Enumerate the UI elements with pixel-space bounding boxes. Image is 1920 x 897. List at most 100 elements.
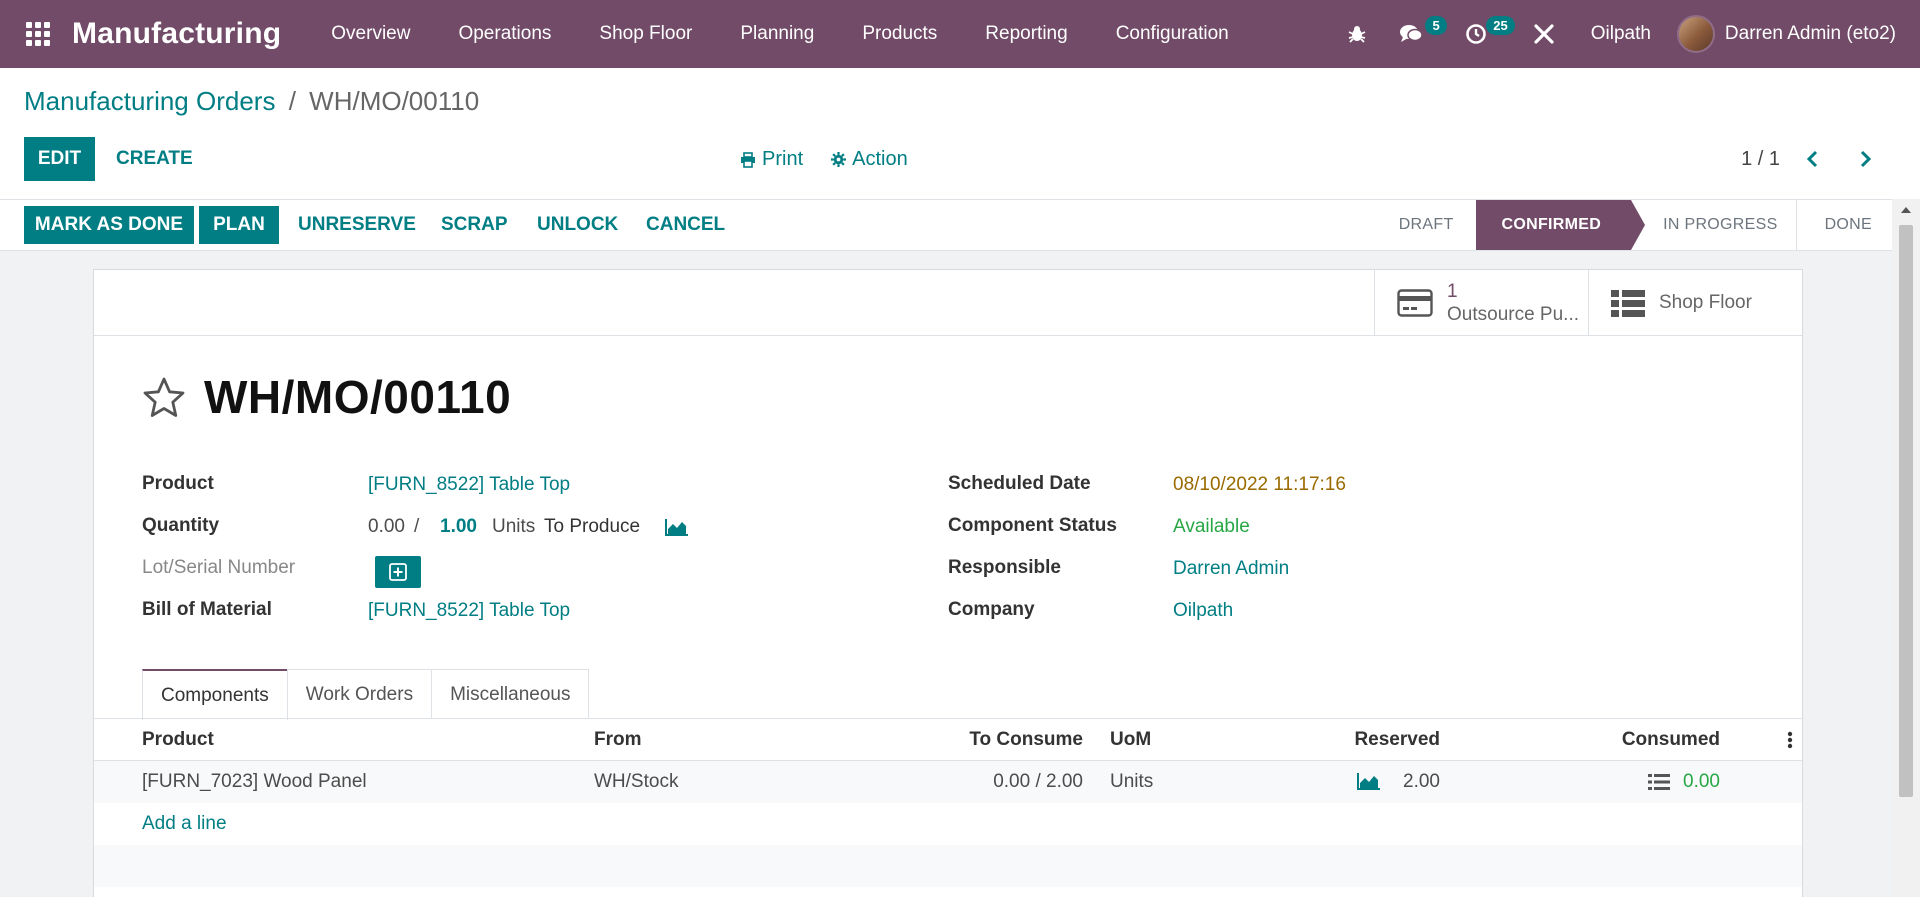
star-icon[interactable] — [142, 376, 186, 418]
outsource-label: Outsource Pu... — [1447, 304, 1580, 325]
empty-table-row — [94, 845, 1802, 887]
column-options-icon[interactable] — [1787, 731, 1793, 749]
row-from: WH/Stock — [594, 771, 679, 792]
breadcrumb-separator: / — [288, 86, 296, 116]
shop-floor-button[interactable]: Shop Floor — [1588, 270, 1802, 336]
column-uom[interactable]: UoM — [1110, 729, 1151, 751]
form-statusbar: MARK AS DONE PLAN UNRESERVE SCRAP UNLOCK… — [0, 199, 1892, 251]
status-stages: DRAFT CONFIRMED IN PROGRESS DONE — [1369, 200, 1892, 250]
control-panel: Manufacturing Orders / WH/MO/00110 EDIT … — [0, 68, 1920, 199]
bom-label: Bill of Material — [142, 599, 272, 620]
row-consumed[interactable]: 0.00 — [1508, 771, 1720, 793]
column-product[interactable]: Product — [142, 729, 214, 751]
print-icon — [741, 151, 755, 168]
pager-next-icon[interactable] — [1851, 144, 1881, 174]
action-menu[interactable]: Action — [831, 148, 908, 171]
scroll-up-arrow-icon[interactable] — [1901, 207, 1911, 213]
apps-menu-icon[interactable] — [24, 20, 52, 48]
breadcrumb-current: WH/MO/00110 — [309, 86, 480, 116]
product-link[interactable]: [FURN_8522] Table Top — [368, 474, 570, 496]
stage-done[interactable]: DONE — [1797, 200, 1892, 250]
plus-square-icon — [389, 563, 407, 581]
detailed-operations-list-icon[interactable] — [1648, 773, 1670, 791]
quantity-separator: / — [414, 516, 420, 537]
gear-icon — [831, 152, 847, 167]
quantity-uom: Units — [492, 516, 536, 537]
column-from[interactable]: From — [594, 729, 642, 751]
outsource-purchase-button[interactable]: 1 Outsource Pu... — [1374, 270, 1588, 336]
stage-confirmed[interactable]: CONFIRMED — [1475, 200, 1646, 250]
bom-link[interactable]: [FURN_8522] Table Top — [368, 600, 570, 622]
create-button[interactable]: CREATE — [116, 148, 193, 170]
menu-overview[interactable]: Overview — [307, 0, 434, 68]
pager-value[interactable]: 1 / 1 — [1741, 148, 1780, 171]
breadcrumb-parent[interactable]: Manufacturing Orders — [24, 86, 275, 116]
plan-button[interactable]: PLAN — [199, 206, 279, 244]
stage-draft[interactable]: DRAFT — [1369, 200, 1476, 250]
record-title: WH/MO/00110 — [204, 371, 512, 423]
table-row[interactable]: [FURN_7023] Wood Panel WH/Stock 0.00 / 2… — [94, 761, 1802, 803]
tab-miscellaneous[interactable]: Miscellaneous — [431, 669, 590, 719]
cancel-button[interactable]: CANCEL — [646, 206, 725, 244]
breadcrumb: Manufacturing Orders / WH/MO/00110 — [24, 86, 479, 117]
user-name: Darren Admin (eto2) — [1724, 23, 1896, 44]
components-table-header: Product From To Consume UoM Reserved Con… — [94, 719, 1802, 761]
tab-components[interactable]: Components — [142, 669, 288, 720]
smart-button-box: 1 Outsource Pu... Shop Floor — [94, 270, 1802, 336]
add-a-line-link[interactable]: Add a line — [142, 813, 227, 835]
top-navbar: Manufacturing Overview Operations Shop F… — [0, 0, 1920, 68]
quantity-total[interactable]: 1.00 — [440, 516, 477, 538]
stage-chevron — [1631, 200, 1646, 250]
stage-done-label: DONE — [1824, 216, 1872, 233]
row-to-consume: 0.00 / 2.00 — [993, 771, 1083, 792]
app-brand[interactable]: Manufacturing — [72, 17, 281, 51]
stage-in-progress[interactable]: IN PROGRESS — [1631, 200, 1797, 250]
form-sheet: 1 Outsource Pu... Shop Floor WH/MO/00110… — [93, 269, 1803, 897]
page-scrollbar[interactable] — [1892, 199, 1920, 897]
debug-bug-icon[interactable] — [1331, 0, 1383, 68]
credit-card-icon — [1397, 289, 1433, 317]
forecast-chart-icon[interactable] — [665, 518, 689, 536]
messages-badge: 5 — [1425, 16, 1447, 35]
menu-shop-floor[interactable]: Shop Floor — [575, 0, 716, 68]
scrap-button[interactable]: SCRAP — [441, 206, 508, 244]
tools-icon[interactable] — [1517, 0, 1571, 68]
row-product: [FURN_7023] Wood Panel — [142, 771, 367, 792]
column-consumed[interactable]: Consumed — [1508, 729, 1720, 751]
activities-clock-icon[interactable]: 25 — [1449, 0, 1517, 68]
company-switcher[interactable]: Oilpath — [1571, 23, 1677, 45]
menu-products[interactable]: Products — [838, 0, 961, 68]
mark-as-done-button[interactable]: MARK AS DONE — [24, 206, 194, 244]
scheduled-date-value[interactable]: 08/10/2022 11:17:16 — [1173, 474, 1346, 496]
print-menu[interactable]: Print — [740, 148, 803, 171]
row-reserved: 2.00 — [1403, 771, 1440, 792]
menu-reporting[interactable]: Reporting — [961, 0, 1091, 68]
responsible-value[interactable]: Darren Admin — [1173, 558, 1289, 580]
lot-serial-label: Lot/Serial Number — [142, 557, 296, 578]
menu-operations[interactable]: Operations — [434, 0, 575, 68]
product-label: Product — [142, 473, 214, 494]
pager-previous-icon[interactable] — [1797, 144, 1827, 174]
responsible-label: Responsible — [948, 557, 1061, 578]
quantity-produced: 0.00 — [368, 516, 405, 537]
edit-button[interactable]: EDIT — [24, 137, 95, 181]
add-lot-button[interactable] — [375, 556, 421, 588]
tab-work-orders[interactable]: Work Orders — [286, 669, 433, 719]
shop-floor-label: Shop Floor — [1659, 292, 1752, 313]
title-row: WH/MO/00110 — [142, 370, 511, 424]
user-menu[interactable]: Darren Admin (eto2) — [1676, 15, 1920, 53]
menu-planning[interactable]: Planning — [716, 0, 838, 68]
messages-icon[interactable]: 5 — [1383, 0, 1449, 68]
scrollbar-thumb[interactable] — [1899, 225, 1913, 797]
stage-in-progress-label: IN PROGRESS — [1663, 216, 1778, 233]
list-icon — [1611, 290, 1645, 317]
column-reserved[interactable]: Reserved — [1228, 729, 1440, 751]
column-to-consume[interactable]: To Consume — [883, 729, 1083, 751]
print-label: Print — [762, 148, 804, 170]
company-value[interactable]: Oilpath — [1173, 600, 1233, 622]
unreserve-button[interactable]: UNRESERVE — [298, 206, 416, 244]
menu-configuration[interactable]: Configuration — [1092, 0, 1253, 68]
unlock-button[interactable]: UNLOCK — [537, 206, 618, 244]
forecast-chart-icon[interactable] — [1357, 772, 1381, 790]
notebook-tabs: Components Work Orders Miscellaneous — [142, 669, 590, 720]
